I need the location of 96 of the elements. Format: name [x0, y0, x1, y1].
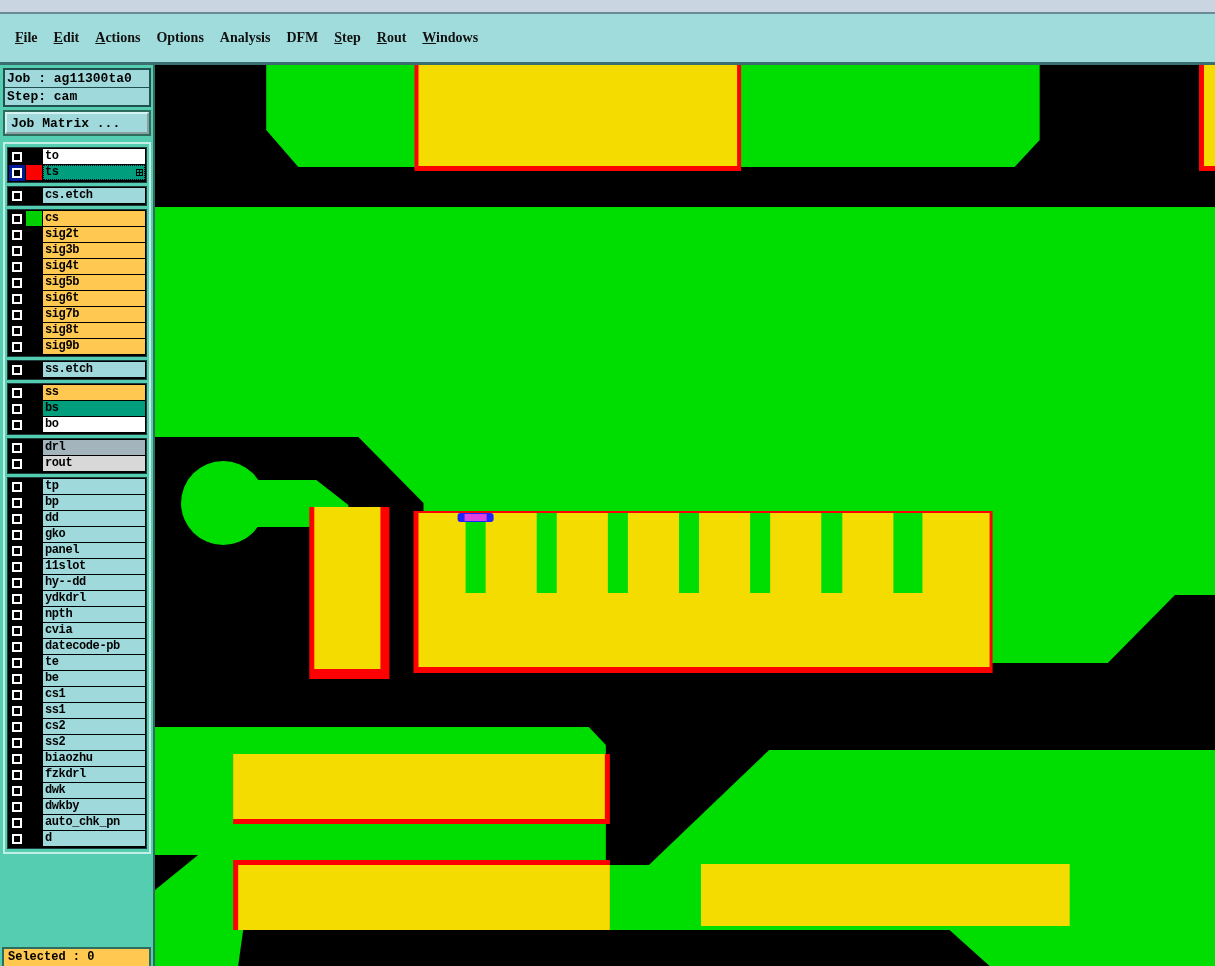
layer-row[interactable]: bs	[43, 401, 145, 416]
menu-item[interactable]: File	[15, 30, 38, 46]
menu-item[interactable]: Options	[156, 30, 204, 46]
layer-row[interactable]: bo	[43, 417, 145, 432]
layer-checkbox[interactable]	[9, 495, 25, 511]
layer-row[interactable]: ts	[43, 165, 145, 180]
layer-row[interactable]: ss2	[43, 735, 145, 750]
job-label: Job : ag11300ta0	[5, 70, 149, 88]
step-label: Step: cam	[6, 88, 79, 105]
layer-checkbox[interactable]	[9, 623, 25, 639]
layer-checkbox[interactable]	[9, 307, 25, 323]
layer-checkbox[interactable]	[9, 639, 25, 655]
layer-row[interactable]: cs1	[43, 687, 145, 702]
layer-checkbox[interactable]	[9, 703, 25, 719]
layer-row[interactable]: fzkdrl	[43, 767, 145, 782]
layer-row[interactable]: gko	[43, 527, 145, 542]
layer-row[interactable]: sig9b	[43, 339, 145, 354]
layer-checkbox[interactable]	[9, 339, 25, 355]
selection-status: Selected : 0	[2, 947, 151, 966]
layer-checkbox[interactable]	[9, 575, 25, 591]
layer-row[interactable]: sig3b	[43, 243, 145, 258]
layer-checkbox[interactable]	[9, 417, 25, 433]
layer-row[interactable]: hy--dd	[43, 575, 145, 590]
layer-checkbox[interactable]	[9, 543, 25, 559]
layer-row[interactable]: to	[43, 149, 145, 164]
menu-item[interactable]: DFM	[286, 30, 319, 46]
layer-checkbox[interactable]	[9, 719, 25, 735]
layer-checkbox[interactable]	[9, 687, 25, 703]
layer-checkbox[interactable]	[9, 655, 25, 671]
job-matrix-button[interactable]: Job Matrix ...	[5, 112, 149, 134]
layer-checkbox[interactable]	[9, 440, 25, 456]
layer-row[interactable]: dd	[43, 511, 145, 526]
layer-row[interactable]: datecode-pb	[43, 639, 145, 654]
layer-row[interactable]: sig5b	[43, 275, 145, 290]
layer-checkbox[interactable]	[9, 385, 25, 401]
layer-checkbox[interactable]	[9, 259, 25, 275]
layer-row[interactable]: d	[43, 831, 145, 846]
layer-checkbox[interactable]	[9, 751, 25, 767]
layer-row[interactable]: 11slot	[43, 559, 145, 574]
layer-checkbox[interactable]	[9, 831, 25, 847]
layer-row[interactable]: cs	[43, 211, 145, 226]
layer-row[interactable]: sig4t	[43, 259, 145, 274]
menu-item[interactable]: Edit	[53, 30, 80, 46]
layer-row[interactable]: biaozhu	[43, 751, 145, 766]
layer-checkbox[interactable]	[9, 362, 25, 378]
layer-row[interactable]: ss.etch	[43, 362, 145, 377]
layer-row[interactable]: cvia	[43, 623, 145, 638]
layer-row[interactable]: be	[43, 671, 145, 686]
layer-checkbox[interactable]	[9, 275, 25, 291]
layer-checkbox[interactable]	[9, 243, 25, 259]
layer-checkbox[interactable]	[9, 767, 25, 783]
menu-item[interactable]: Windows	[422, 30, 479, 46]
layer-row[interactable]: te	[43, 655, 145, 670]
layer-row[interactable]: cs2	[43, 719, 145, 734]
layer-checkbox[interactable]	[9, 671, 25, 687]
layer-checkbox[interactable]	[9, 456, 25, 472]
layer-checkbox[interactable]	[9, 227, 25, 243]
layer-checkbox[interactable]	[9, 799, 25, 815]
layer-checkbox[interactable]	[9, 149, 25, 165]
layer-checkbox[interactable]	[9, 401, 25, 417]
layer-row[interactable]: bp	[43, 495, 145, 510]
menu-item[interactable]: Rout	[376, 30, 407, 46]
layer-row[interactable]: ss	[43, 385, 145, 400]
layer-checkbox[interactable]	[9, 607, 25, 623]
layer-checkbox[interactable]	[9, 511, 25, 527]
layer-row[interactable]: sig2t	[43, 227, 145, 242]
layer-row[interactable]: sig8t	[43, 323, 145, 338]
layer-row[interactable]: rout	[43, 456, 145, 471]
layer-row[interactable]: auto_chk_pn	[43, 815, 145, 830]
layer-row[interactable]: tp	[43, 479, 145, 494]
layer-checkbox[interactable]	[9, 323, 25, 339]
layer-row[interactable]: panel	[43, 543, 145, 558]
layer-checkbox[interactable]	[9, 291, 25, 307]
menu-item[interactable]: Analysis	[219, 30, 271, 46]
layer-row[interactable]: dwk	[43, 783, 145, 798]
layer-row[interactable]: sig6t	[43, 291, 145, 306]
layer-row[interactable]: drl	[43, 440, 145, 455]
grid-icon	[136, 169, 143, 176]
menu-item[interactable]: Actions	[95, 30, 141, 46]
layer-checkbox[interactable]	[9, 527, 25, 543]
layer-row[interactable]: ss1	[43, 703, 145, 718]
layer-checkbox[interactable]	[9, 815, 25, 831]
layer-checkbox[interactable]	[9, 479, 25, 495]
menu-item[interactable]: Step	[334, 30, 361, 46]
layer-row[interactable]: npth	[43, 607, 145, 622]
layer-row[interactable]: dwkby	[43, 799, 145, 814]
layer-checkbox[interactable]	[9, 188, 25, 204]
layer-checkbox[interactable]	[9, 591, 25, 607]
layer-row[interactable]: ydkdrl	[43, 591, 145, 606]
layer-checkbox[interactable]	[9, 783, 25, 799]
layer-checkbox[interactable]	[9, 559, 25, 575]
layer-checkbox[interactable]	[9, 211, 25, 227]
layer-checkbox[interactable]	[9, 735, 25, 751]
layer-row[interactable]: sig7b	[43, 307, 145, 322]
layer-row[interactable]: cs.etch	[43, 188, 145, 203]
layer-checkbox[interactable]	[9, 165, 25, 181]
